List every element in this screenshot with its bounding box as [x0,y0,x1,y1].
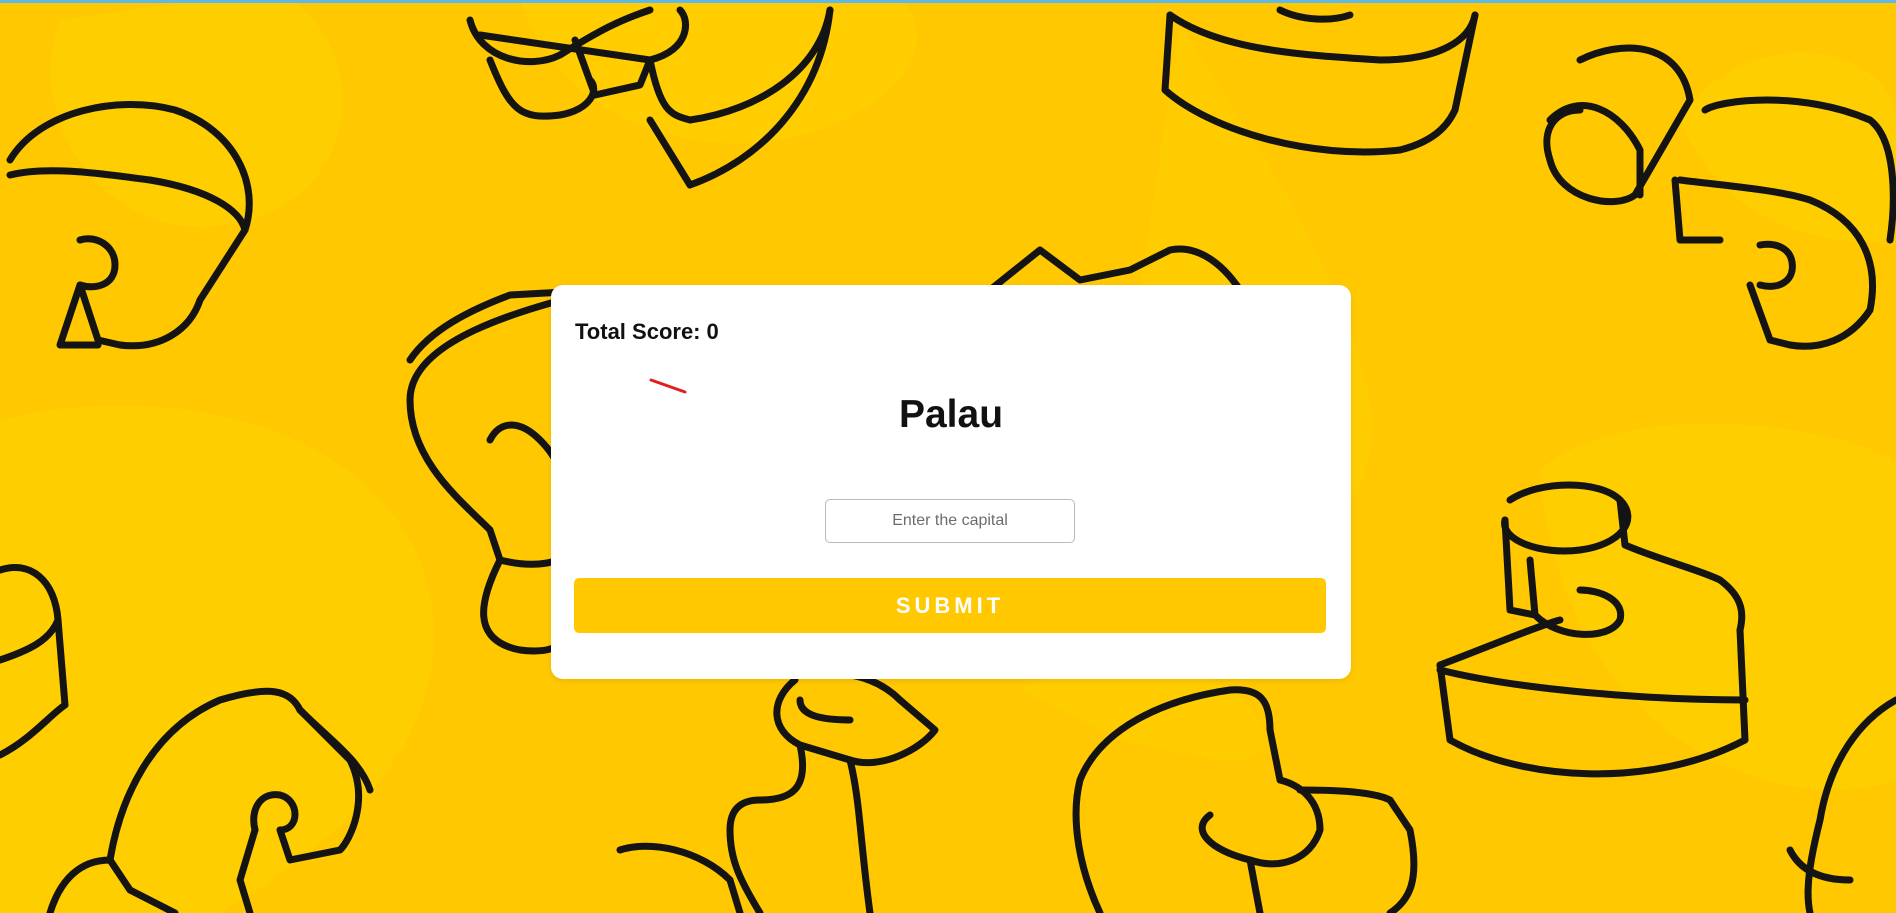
score-value: 0 [706,319,719,344]
submit-button[interactable]: SUBMIT [574,578,1326,633]
country-name: Palau [898,393,1004,436]
window-top-line [0,0,1896,3]
quiz-card: Total Score:0 Palau SUBMIT [551,285,1351,679]
capital-answer-input[interactable] [825,499,1075,543]
score-label: Total Score: [575,319,701,344]
total-score: Total Score: 0 [575,319,719,345]
